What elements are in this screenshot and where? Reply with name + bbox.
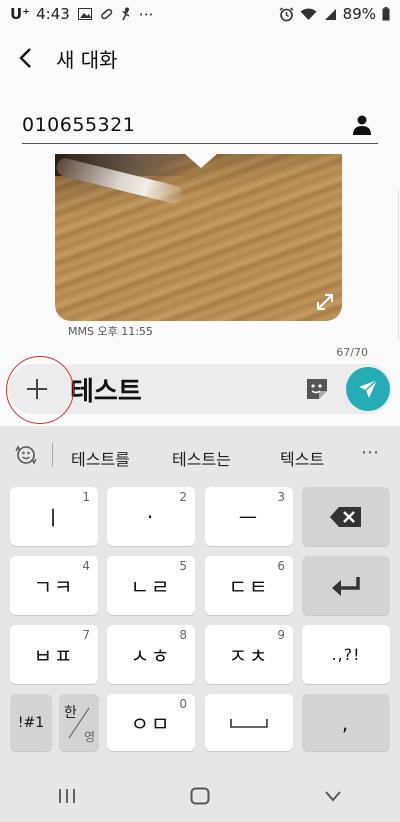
back-arrow-icon xyxy=(19,48,31,68)
image-notification-icon xyxy=(77,8,92,20)
battery-percent: 89% xyxy=(342,5,376,23)
home-button[interactable] xyxy=(170,776,230,816)
suggestion-toggle-button[interactable] xyxy=(0,442,52,468)
keyboard: 테스트를 테스트는 텍스트 ⋯ 1 ㅣ 2 · 3 ㅡ 4 ㄱㅋ 5 ㄴㄹ 6 … xyxy=(0,426,400,822)
key-5[interactable]: 5 ㄴㄹ xyxy=(107,556,195,615)
key-1[interactable]: 1 ㅣ xyxy=(10,487,98,546)
key-3[interactable]: 3 ㅡ xyxy=(205,487,293,546)
lang-english-label: 영 xyxy=(83,730,95,744)
punctuation-key[interactable]: .,?! xyxy=(302,625,390,684)
send-button[interactable] xyxy=(346,367,390,411)
contact-picker-icon[interactable] xyxy=(350,113,374,137)
comma-key[interactable]: , xyxy=(302,694,390,751)
message-composer: 테스트 xyxy=(8,364,392,414)
wifi-icon xyxy=(300,8,317,20)
scrollbar[interactable] xyxy=(396,190,399,340)
back-button[interactable] xyxy=(0,38,50,78)
backspace-icon xyxy=(330,506,361,527)
recent-apps-icon xyxy=(58,789,75,803)
messages-screen: U⁺ 4:43 ⋯ 89% 새 대화 010655321 MMS 오후 11:5… xyxy=(0,0,400,822)
suggestion-item[interactable]: 테스트는 xyxy=(172,446,231,470)
back-nav-button[interactable] xyxy=(303,776,363,816)
key-2[interactable]: 2 · xyxy=(107,487,195,546)
alarm-icon xyxy=(279,6,294,21)
lang-korean-label: 한 xyxy=(64,705,77,721)
person-run-icon xyxy=(121,7,130,21)
emoji-cycle-icon xyxy=(15,445,37,465)
recipient-number[interactable]: 010655321 xyxy=(22,114,135,136)
mms-image-attachment[interactable] xyxy=(55,154,342,321)
status-time: 4:43 xyxy=(36,5,70,23)
backspace-key[interactable] xyxy=(302,487,390,546)
chevron-down-icon xyxy=(325,791,342,802)
battery-icon xyxy=(382,7,390,21)
character-counter: 67/70 xyxy=(336,346,368,359)
pill-icon xyxy=(100,8,113,20)
message-input[interactable]: 테스트 xyxy=(70,371,304,408)
attach-button[interactable] xyxy=(8,364,66,414)
signal-icon xyxy=(324,8,336,20)
recipient-field[interactable]: 010655321 xyxy=(22,106,378,144)
conversation-header: 새 대화 xyxy=(0,38,400,78)
suggestion-item[interactable]: 텍스트 xyxy=(280,446,324,470)
language-toggle-key[interactable]: 한 영 xyxy=(59,694,99,751)
plus-icon xyxy=(27,379,47,399)
key-6[interactable]: 6 ㄷㅌ xyxy=(205,556,293,615)
key-9[interactable]: 9 ㅈㅊ xyxy=(205,625,293,684)
home-icon xyxy=(190,787,210,805)
recent-apps-button[interactable] xyxy=(37,776,97,816)
message-timestamp: MMS 오후 11:55 xyxy=(68,325,153,338)
carrier-label: U⁺ xyxy=(10,5,31,23)
status-bar: U⁺ 4:43 ⋯ 89% xyxy=(0,0,400,28)
suggestion-bar: 테스트를 테스트는 텍스트 ⋯ xyxy=(0,426,400,484)
suggestion-item[interactable]: 테스트를 xyxy=(71,446,130,470)
key-7[interactable]: 7 ㅂㅍ xyxy=(10,625,98,684)
space-key[interactable] xyxy=(205,694,293,751)
expand-icon[interactable] xyxy=(316,293,334,311)
more-status-icon: ⋯ xyxy=(138,5,154,23)
enter-key[interactable] xyxy=(302,556,390,615)
enter-icon xyxy=(332,576,360,596)
key-8[interactable]: 8 ㅅㅎ xyxy=(107,625,195,684)
suggestion-more-button[interactable]: ⋯ xyxy=(361,442,380,463)
space-icon xyxy=(230,718,268,728)
key-0[interactable]: 0 ㅇㅁ xyxy=(107,694,195,751)
sticker-icon[interactable] xyxy=(304,376,330,402)
page-title: 새 대화 xyxy=(56,47,118,72)
system-nav-bar xyxy=(0,770,400,822)
key-4[interactable]: 4 ㄱㅋ xyxy=(10,556,98,615)
send-icon xyxy=(359,379,378,398)
symbols-key[interactable]: !#1 xyxy=(10,694,52,751)
